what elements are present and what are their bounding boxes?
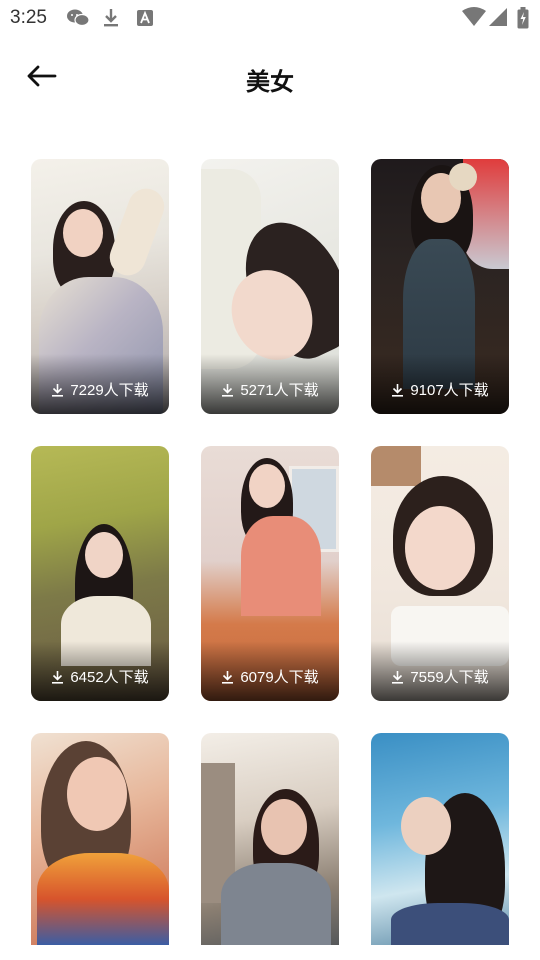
- wallpaper-card[interactable]: [371, 733, 509, 945]
- download-icon: [391, 383, 404, 397]
- wallpaper-card[interactable]: 7229人下载: [31, 159, 169, 414]
- wallpaper-card[interactable]: 6452人下载: [31, 446, 169, 701]
- wallpaper-image: [31, 733, 169, 945]
- wallpaper-card[interactable]: 6079人下载: [201, 446, 339, 701]
- download-count: 7559人下载: [371, 666, 509, 687]
- download-count-label: 9107人下载: [410, 382, 489, 399]
- download-count-label: 7229人下载: [70, 382, 149, 399]
- wallpaper-card[interactable]: 5271人下载: [201, 159, 339, 414]
- wechat-icon: [66, 8, 90, 33]
- download-count: 9107人下载: [371, 379, 509, 400]
- download-icon: [391, 670, 404, 684]
- wallpaper-card[interactable]: [31, 733, 169, 945]
- status-bar: 3:25: [0, 0, 540, 36]
- header: 美女: [0, 40, 540, 116]
- signal-icon: [488, 7, 508, 32]
- download-count-label: 7559人下载: [410, 669, 489, 686]
- wallpaper-card[interactable]: 7559人下载: [371, 446, 509, 701]
- battery-charging-icon: [517, 7, 529, 34]
- download-icon: [51, 383, 64, 397]
- wallpaper-image: [201, 733, 339, 945]
- download-count: 6452人下载: [31, 666, 169, 687]
- wallpaper-card[interactable]: [201, 733, 339, 945]
- status-time: 3:25: [10, 7, 47, 28]
- download-count: 7229人下载: [31, 379, 169, 400]
- download-icon: [221, 383, 234, 397]
- download-count-label: 6079人下载: [240, 669, 319, 686]
- download-icon: [51, 670, 64, 684]
- download-icon: [221, 670, 234, 684]
- wallpaper-card[interactable]: 9107人下载: [371, 159, 509, 414]
- page-title: 美女: [246, 69, 294, 96]
- download-count: 6079人下载: [201, 666, 339, 687]
- download-count-label: 6452人下载: [70, 669, 149, 686]
- text-a-icon: [136, 8, 154, 33]
- wallpaper-image: [371, 733, 509, 945]
- download-icon: [102, 8, 120, 33]
- download-count: 5271人下载: [201, 379, 339, 400]
- download-count-label: 5271人下载: [240, 382, 319, 399]
- wifi-icon: [462, 7, 486, 32]
